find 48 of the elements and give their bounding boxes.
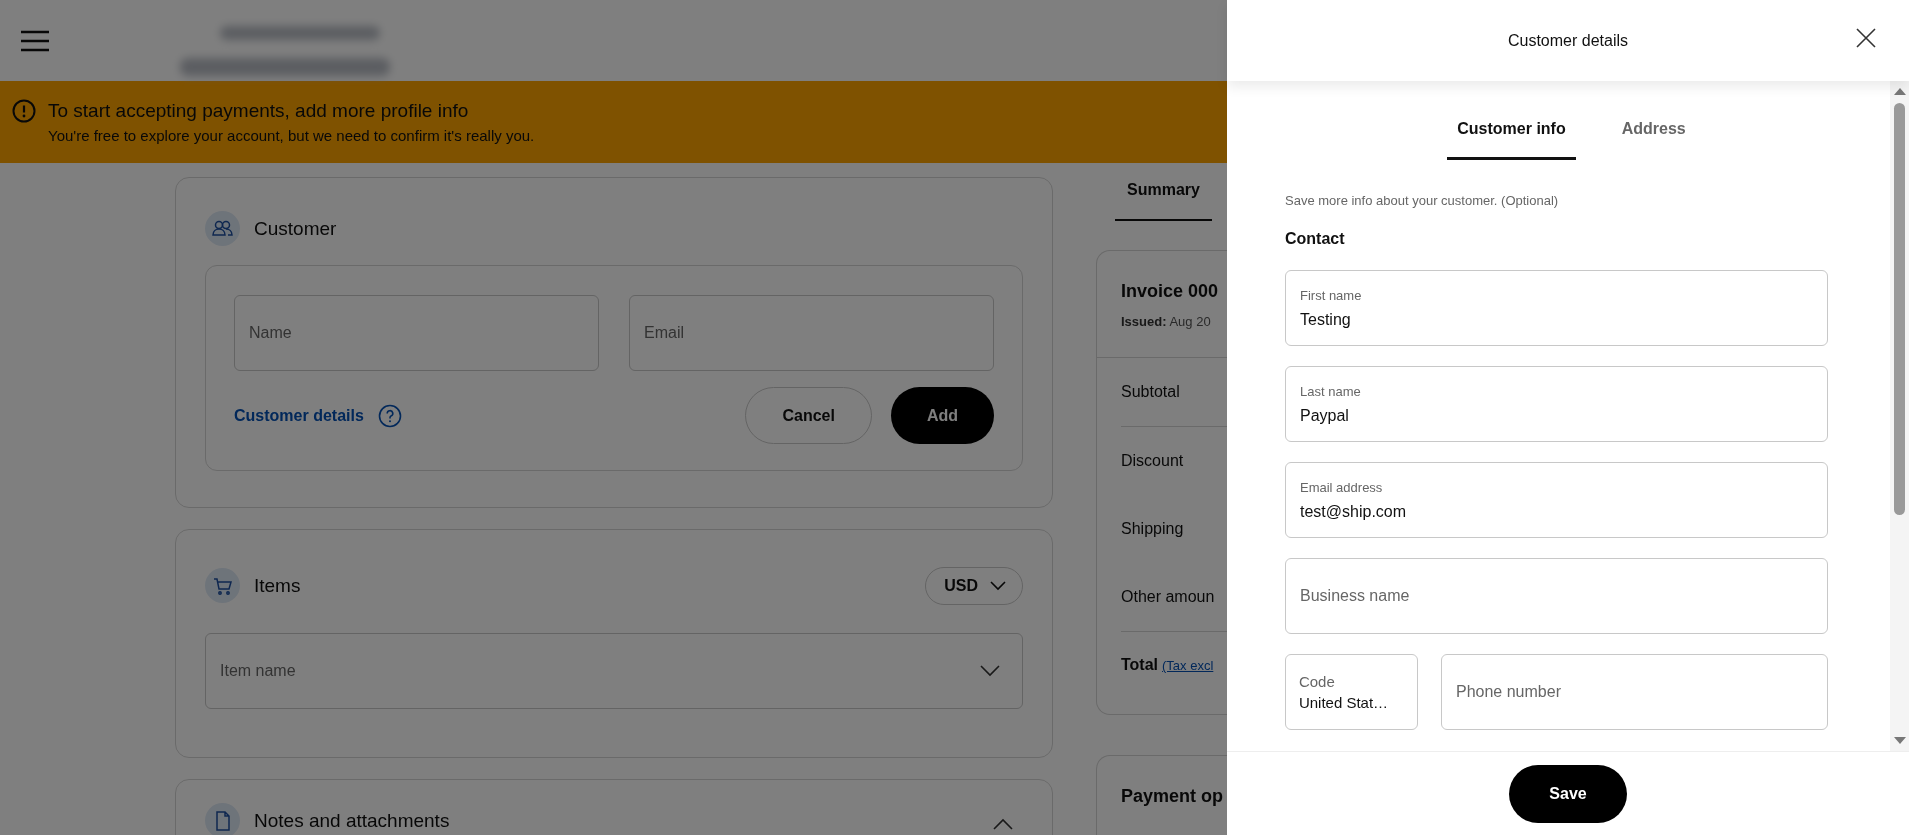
- card-title: Notes and attachments: [254, 809, 450, 832]
- banner-message: You're free to explore your account, but we need to confirm it's really you.: [48, 127, 535, 144]
- alert-icon: [12, 99, 36, 123]
- card-title: Payment op: [1121, 786, 1225, 807]
- scroll-up-arrow-icon[interactable]: [1893, 87, 1906, 95]
- scrollbar[interactable]: [1890, 81, 1909, 751]
- text-field[interactable]: First name Testing: [1285, 270, 1828, 346]
- summary-label: Discount: [1121, 452, 1184, 470]
- currency-dropdown[interactable]: USD: [925, 566, 1023, 605]
- card-title: Items: [254, 574, 301, 597]
- item-name-dropdown[interactable]: Item name: [205, 633, 1023, 709]
- people-icon: [205, 211, 240, 246]
- help-icon[interactable]: [377, 403, 402, 428]
- total-label: Total: [1121, 656, 1159, 674]
- phone-field[interactable]: Phone number: [1441, 654, 1828, 730]
- scrollbar-thumb[interactable]: [1894, 103, 1905, 515]
- cancel-button[interactable]: Cancel: [745, 387, 872, 444]
- scroll-down-arrow-icon[interactable]: [1893, 737, 1906, 745]
- drawer-title: Customer details: [1507, 31, 1628, 50]
- text-field[interactable]: Email address test@ship.com: [1285, 462, 1828, 538]
- text-field[interactable]: Last name Paypal: [1285, 366, 1828, 442]
- section-heading: Contact: [1285, 230, 1346, 248]
- summary-label: Shipping: [1121, 520, 1184, 538]
- drawer-tab[interactable]: Address: [1611, 110, 1696, 160]
- save-button[interactable]: Save: [1509, 764, 1627, 823]
- cart-icon: [205, 568, 240, 603]
- summary-label: Other amoun: [1121, 588, 1215, 606]
- country-code-dropdown[interactable]: Code United Stat…: [1285, 654, 1418, 730]
- issued-date: Issued: Aug 20: [1121, 314, 1212, 329]
- add-button[interactable]: Add: [890, 387, 994, 444]
- chevron-down-icon: [980, 665, 1000, 677]
- chevron-icon[interactable]: [993, 817, 1013, 830]
- summary-tab[interactable]: Summary: [1115, 177, 1212, 221]
- helper-text: Save more info about your customer. (Optional): [1285, 193, 1560, 208]
- summary-label: Subtotal: [1121, 383, 1180, 401]
- text-field[interactable]: Business name: [1285, 558, 1828, 634]
- name-input[interactable]: Name: [234, 295, 599, 371]
- invoice-title: Invoice 000: [1121, 281, 1220, 302]
- banner-title: To start accepting payments, add more profile info: [48, 100, 470, 122]
- close-icon[interactable]: [1856, 28, 1876, 48]
- document-icon: [205, 803, 240, 835]
- card-title: Customer: [254, 217, 337, 240]
- tax-link[interactable]: (Tax excl: [1162, 658, 1214, 673]
- customer-details-link[interactable]: Customer details: [234, 406, 364, 425]
- caret-icon: [990, 580, 1006, 591]
- menu-icon[interactable]: [20, 29, 50, 52]
- drawer-tab[interactable]: Customer info: [1447, 110, 1576, 160]
- email-input[interactable]: Email: [629, 295, 994, 371]
